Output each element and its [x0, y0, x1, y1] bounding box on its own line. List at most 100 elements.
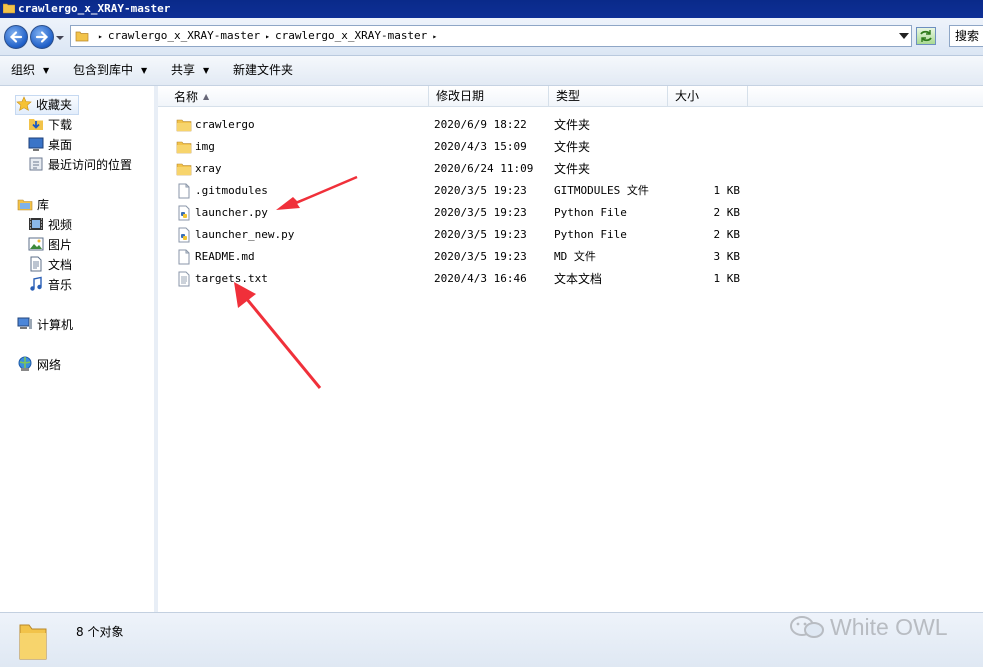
breadcrumb-item[interactable]: crawlergo_x_XRAY-master: [275, 29, 427, 42]
chevron-right-icon[interactable]: ▸: [432, 32, 437, 41]
sidebar-item-network[interactable]: 网络: [17, 356, 61, 374]
file-date: 2020/3/5 19:23: [434, 206, 527, 219]
search-input[interactable]: 搜索: [949, 25, 983, 47]
file-name[interactable]: crawlergo: [195, 114, 255, 136]
table-row[interactable]: README.md 2020/3/5 19:23 MD 文件 3 KB: [158, 246, 983, 268]
sidebar-item-label: 最近访问的位置: [48, 158, 133, 172]
include-in-library-menu[interactable]: 包含到库中 ▼: [73, 62, 147, 78]
file-date: 2020/4/3 15:09: [434, 140, 527, 153]
table-row[interactable]: xray 2020/6/24 11:09 文件夹: [158, 158, 983, 180]
folder-icon: [3, 3, 15, 14]
column-header-type[interactable]: 类型: [549, 86, 668, 107]
recent-pages-dropdown-icon[interactable]: [56, 34, 64, 42]
file-date: 2020/4/3 16:46: [434, 272, 527, 285]
file-size: 2 KB: [713, 206, 741, 219]
file-name[interactable]: .gitmodules: [195, 180, 268, 202]
share-menu[interactable]: 共享 ▼: [171, 62, 209, 78]
column-label: 大小: [675, 89, 700, 103]
file-type: Python File: [554, 228, 627, 241]
file-icon: [178, 249, 190, 265]
file-type: Python File: [554, 206, 627, 219]
star-icon: [16, 96, 32, 111]
column-header-size[interactable]: 大小: [668, 86, 748, 107]
folder-icon: [176, 119, 192, 132]
file-date: 2020/6/24 11:09: [434, 162, 534, 175]
sidebar-item-downloads[interactable]: 下载: [28, 116, 72, 134]
file-name[interactable]: launcher_new.py: [195, 224, 294, 246]
folder-icon: [176, 163, 192, 176]
status-bar: 8 个对象 White OWL: [0, 612, 983, 667]
sidebar-item-computer[interactable]: 计算机: [17, 316, 73, 334]
chevron-down-icon[interactable]: [899, 33, 909, 39]
file-name[interactable]: launcher.py: [195, 202, 268, 224]
file-type: 文件夹: [554, 118, 591, 132]
sidebar-item-recent-places[interactable]: 最近访问的位置: [28, 156, 132, 174]
sidebar-item-label: 下载: [48, 118, 73, 132]
sidebar-item-documents[interactable]: 文档: [28, 256, 72, 274]
python-file-icon: [178, 205, 190, 221]
file-type: 文本文档: [554, 272, 603, 286]
libraries-icon: [17, 199, 33, 211]
file-size: 2 KB: [713, 228, 741, 241]
arrow-left-icon: [9, 31, 23, 43]
file-name[interactable]: targets.txt: [195, 268, 268, 290]
organize-menu[interactable]: 组织 ▼: [11, 62, 49, 78]
sidebar-item-favorites[interactable]: 收藏夹: [15, 95, 79, 115]
file-name[interactable]: xray: [195, 158, 222, 180]
table-row[interactable]: .gitmodules 2020/3/5 19:23 GITMODULES 文件 1 …: [158, 180, 983, 202]
sidebar-item-music[interactable]: 音乐: [28, 276, 72, 294]
organize-label: 组织: [11, 63, 36, 77]
recent-places-icon: [29, 157, 43, 171]
table-row[interactable]: targets.txt 2020/4/3 16:46 文本文档 1 KB: [158, 268, 983, 290]
file-date: 2020/3/5 19:23: [434, 228, 527, 241]
file-date: 2020/3/5 19:23: [434, 184, 527, 197]
refresh-button[interactable]: [916, 27, 936, 45]
chevron-down-icon: ▼: [203, 66, 210, 75]
sort-ascending-icon: ▲: [203, 92, 210, 101]
breadcrumb: ▸ crawlergo_x_XRAY-master ▸ crawlergo_x_XRA…: [93, 26, 442, 46]
file-type: MD 文件: [554, 250, 596, 263]
table-row[interactable]: launcher_new.py 2020/3/5 19:23 Python File…: [158, 224, 983, 246]
item-count: 8 个对象: [76, 625, 124, 639]
sidebar-item-label: 库: [37, 198, 50, 212]
computer-icon: [17, 317, 32, 329]
column-label: 名称: [174, 90, 199, 104]
back-button[interactable]: [4, 25, 28, 49]
table-row[interactable]: img 2020/4/3 15:09 文件夹: [158, 136, 983, 158]
sidebar-item-label: 图片: [48, 238, 73, 252]
sidebar-item-libraries[interactable]: 库: [17, 196, 49, 214]
address-bar[interactable]: ▸ crawlergo_x_XRAY-master ▸ crawlergo_x_XRA…: [70, 25, 912, 47]
file-size: 1 KB: [713, 184, 741, 197]
file-name[interactable]: README.md: [195, 246, 255, 268]
sidebar-item-label: 音乐: [48, 278, 73, 292]
video-icon: [29, 218, 43, 230]
forward-button[interactable]: [30, 25, 54, 49]
column-header-date[interactable]: 修改日期: [429, 86, 549, 107]
python-file-icon: [178, 227, 190, 243]
sidebar-item-pictures[interactable]: 图片: [28, 236, 72, 254]
new-folder-button[interactable]: 新建文件夹: [233, 62, 293, 78]
table-row[interactable]: crawlergo 2020/6/9 18:22 文件夹: [158, 114, 983, 136]
address-row: ▸ crawlergo_x_XRAY-master ▸ crawlergo_x_XRA…: [0, 18, 983, 56]
column-header-name[interactable]: 名称 ▲: [158, 86, 429, 107]
sidebar-item-label: 桌面: [48, 138, 73, 152]
column-label: 修改日期: [436, 89, 485, 103]
file-type: 文件夹: [554, 162, 591, 176]
column-header-filler: [748, 86, 983, 107]
table-row[interactable]: launcher.py 2020/3/5 19:23 Python File 2 KB: [158, 202, 983, 224]
file-size: 3 KB: [713, 250, 741, 263]
file-type: 文件夹: [554, 140, 591, 154]
chevron-down-icon: ▼: [141, 66, 148, 75]
sidebar-item-desktop[interactable]: 桌面: [28, 136, 72, 154]
wechat-logo-icon: [790, 616, 824, 638]
chevron-right-icon[interactable]: ▸: [98, 32, 103, 41]
folder-icon: [75, 31, 89, 42]
sidebar-item-videos[interactable]: 视频: [28, 216, 72, 234]
include-library-label: 包含到库中: [73, 63, 134, 77]
title-bar: crawlergo_x_XRAY-master: [0, 0, 983, 18]
chevron-right-icon[interactable]: ▸: [265, 32, 270, 41]
file-name[interactable]: img: [195, 136, 215, 158]
breadcrumb-item[interactable]: crawlergo_x_XRAY-master: [108, 29, 260, 42]
text-file-icon: [178, 271, 190, 287]
window-title: crawlergo_x_XRAY-master: [18, 2, 171, 15]
